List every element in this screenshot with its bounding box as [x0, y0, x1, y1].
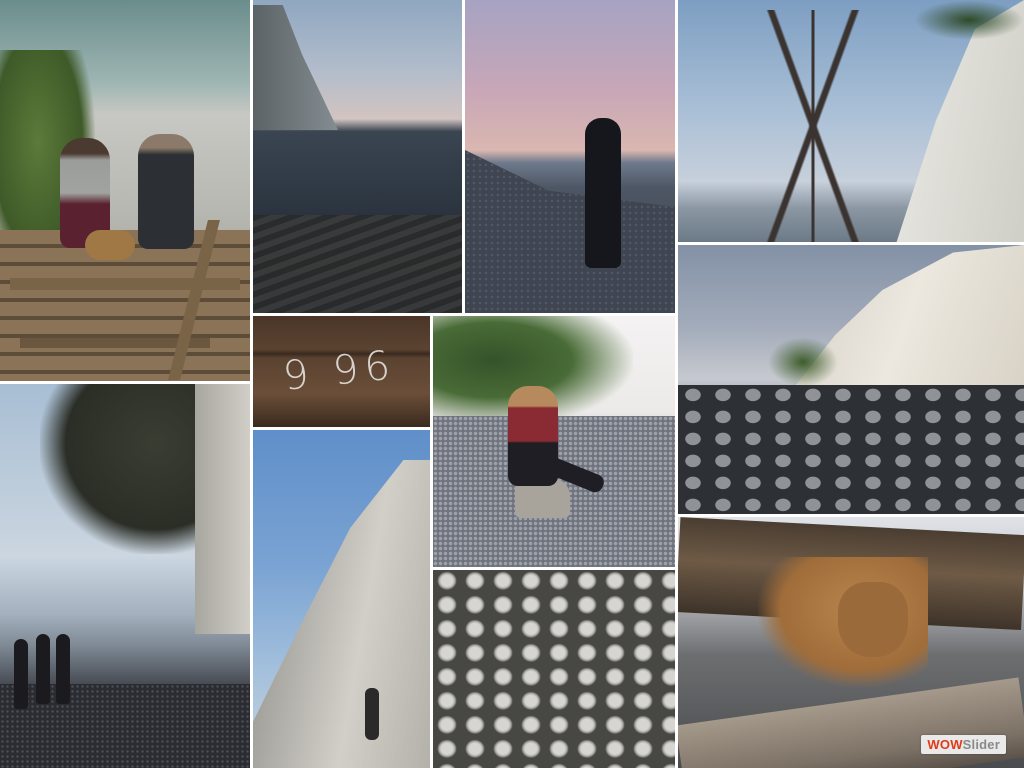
photo-overhang-roots-shore — [0, 384, 250, 768]
photo-pebbles-closeup — [433, 570, 675, 768]
foliage — [768, 337, 838, 387]
photo-man-silhouette — [465, 0, 675, 313]
dog-face — [838, 582, 908, 657]
photo-stairs-beach — [0, 0, 250, 381]
photo-wood-board-number: 9 96 — [253, 316, 430, 427]
photo-cliff-boulders — [678, 245, 1024, 514]
carved-number: 9 96 — [280, 342, 399, 400]
chalk-cliff — [253, 460, 430, 768]
photo-cliff-dusk-sea — [253, 0, 462, 313]
wowslider-watermark[interactable]: WOWSlider — [921, 735, 1006, 754]
person-man — [138, 134, 194, 249]
person — [365, 688, 379, 740]
photo-woman-on-rock — [433, 316, 675, 567]
bare-tree — [738, 10, 888, 242]
pebble-beach — [465, 150, 675, 313]
photo-tall-white-cliff — [253, 430, 430, 768]
photo-cliff-with-tree — [678, 0, 1024, 242]
watermark-brand: WOW — [927, 737, 963, 752]
foliage — [914, 0, 1024, 40]
cliff-face — [195, 384, 250, 634]
person — [14, 639, 28, 709]
cliff — [253, 5, 338, 130]
boulders — [678, 385, 1024, 514]
person-man-silhouette — [585, 118, 621, 268]
photo-dog-under-log: WOWSlider — [678, 517, 1024, 768]
person — [56, 634, 70, 704]
watermark-brand-suffix: Slider — [962, 737, 1000, 752]
handrail — [10, 278, 240, 290]
dog — [85, 230, 135, 260]
person — [36, 634, 50, 704]
log-lower — [678, 677, 1024, 768]
stairs-silhouette — [253, 215, 462, 313]
